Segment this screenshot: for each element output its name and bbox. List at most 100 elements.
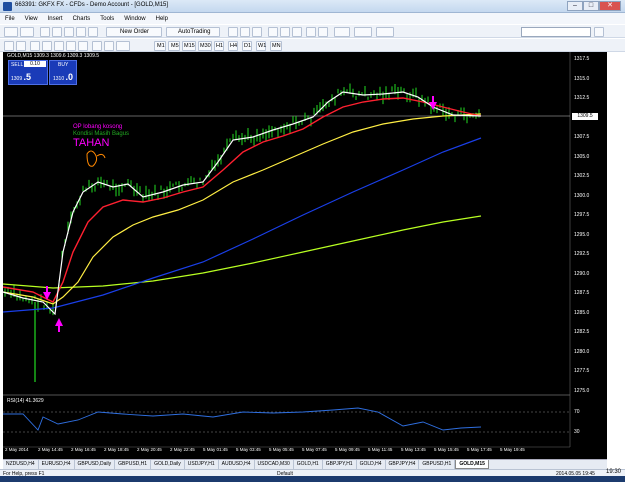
- search-input[interactable]: [521, 27, 591, 37]
- hand-icon: [86, 150, 106, 167]
- line-chart-icon[interactable]: [252, 27, 262, 37]
- strategy-tester-icon[interactable]: [88, 27, 98, 37]
- price-tick: 1285.0: [574, 309, 590, 316]
- time-tick: 5 May 09:45: [335, 447, 360, 452]
- terminal-icon[interactable]: [76, 27, 86, 37]
- horizontal-line-icon[interactable]: [42, 41, 52, 51]
- maximize-button[interactable]: □: [583, 1, 599, 11]
- chart-tab[interactable]: GBPJPY,H1: [323, 460, 357, 469]
- tf-d1[interactable]: D1: [242, 41, 252, 51]
- app-icon: [3, 2, 12, 11]
- tray-clock: 19:30: [605, 469, 621, 475]
- arrows-icon[interactable]: [116, 41, 130, 51]
- menu-tools[interactable]: Tools: [95, 16, 119, 22]
- tile-windows-icon[interactable]: [292, 27, 302, 37]
- menu-charts[interactable]: Charts: [68, 16, 96, 22]
- tf-m5[interactable]: M5: [168, 41, 180, 51]
- sell-label[interactable]: SELL: [11, 62, 23, 68]
- rsi-tick-30: 30: [574, 429, 580, 435]
- tf-m30[interactable]: M30: [198, 41, 212, 51]
- menu-bar: File View Insert Charts Tools Window Hel…: [0, 13, 625, 24]
- annotation-hold: TAHAN: [73, 137, 110, 149]
- text-label-icon[interactable]: [104, 41, 114, 51]
- tf-m15[interactable]: M15: [182, 41, 196, 51]
- buy-price[interactable]: 1310 .0: [53, 72, 73, 82]
- current-price-tag: 1309.5: [572, 113, 598, 120]
- zoom-out-icon[interactable]: [280, 27, 290, 37]
- menu-help[interactable]: Help: [151, 16, 173, 22]
- market-watch-icon[interactable]: [40, 27, 50, 37]
- fibonacci-icon[interactable]: [78, 41, 88, 51]
- time-tick: 5 May 01:45: [203, 447, 228, 452]
- chart-tab[interactable]: AUDUSD,H4: [219, 460, 255, 469]
- chart-tab[interactable]: GOLD,M15: [455, 460, 489, 469]
- menu-insert[interactable]: Insert: [43, 16, 68, 22]
- crosshair-icon[interactable]: [16, 41, 26, 51]
- price-tick: 1307.5: [574, 134, 590, 140]
- zoom-in-icon[interactable]: [268, 27, 278, 37]
- price-tick: 1292.5: [574, 251, 590, 257]
- chart-tab[interactable]: GOLD,H1: [294, 460, 323, 469]
- data-window-icon[interactable]: [52, 27, 62, 37]
- search-icon[interactable]: [594, 27, 604, 37]
- trendline-icon[interactable]: [54, 41, 64, 51]
- chart-tab[interactable]: GOLD,H4: [357, 460, 386, 469]
- chart-tab[interactable]: USDCAD,M30: [255, 460, 294, 469]
- chart-window[interactable]: [2, 52, 607, 459]
- navigator-icon[interactable]: [64, 27, 74, 37]
- buy-label[interactable]: BUY: [58, 62, 68, 68]
- price-tick: 1305.0: [574, 153, 590, 160]
- tf-w1[interactable]: W1: [256, 41, 266, 51]
- buy-panel[interactable]: BUY 1310 .0: [49, 60, 77, 85]
- time-tick: 5 May 17:45: [467, 447, 492, 452]
- chart-tab[interactable]: EURUSD,H4: [39, 460, 75, 469]
- tf-h1[interactable]: H1: [214, 41, 224, 51]
- candlestick-icon[interactable]: [240, 27, 250, 37]
- time-tick: 5 May 05:45: [269, 447, 294, 452]
- new-order-button[interactable]: New Order: [106, 27, 162, 37]
- sell-price[interactable]: 1309 .5: [11, 72, 31, 82]
- auto-scroll-icon[interactable]: [306, 27, 316, 37]
- autotrading-button[interactable]: AutoTrading: [166, 27, 220, 37]
- text-icon[interactable]: [92, 41, 102, 51]
- ma-lime-line: [2, 215, 482, 289]
- vertical-line-icon[interactable]: [30, 41, 40, 51]
- periods-icon[interactable]: [354, 27, 372, 37]
- price-tick: 1317.5: [574, 56, 590, 62]
- time-tick: 2 May 14:45: [38, 447, 63, 452]
- minimize-button[interactable]: –: [567, 1, 583, 11]
- chart-tab[interactable]: GBPUSD,H1: [419, 460, 456, 469]
- chart-shift-icon[interactable]: [318, 27, 328, 37]
- cursor-icon[interactable]: [4, 41, 14, 51]
- price-tick: 1300.0: [574, 192, 590, 199]
- price-tick: 1282.5: [574, 329, 590, 335]
- time-tick: 2 May 2014: [5, 447, 29, 452]
- bar-chart-icon[interactable]: [228, 27, 238, 37]
- chart-tab[interactable]: NZDUSD,H4: [3, 460, 39, 469]
- tf-mn[interactable]: MN: [270, 41, 282, 51]
- time-tick: 5 May 13:45: [401, 447, 426, 452]
- tf-h4[interactable]: H4: [228, 41, 238, 51]
- chart-tab[interactable]: GBPUSD,H1: [115, 460, 152, 469]
- close-button[interactable]: ✕: [599, 1, 621, 11]
- time-tick: 2 May 20:45: [137, 447, 162, 452]
- time-tick: 5 May 19:45: [500, 447, 525, 452]
- channel-icon[interactable]: [66, 41, 76, 51]
- templates-icon[interactable]: [376, 27, 394, 37]
- menu-view[interactable]: View: [20, 16, 43, 22]
- lot-size-field[interactable]: 0.10: [24, 61, 46, 67]
- chart-tab[interactable]: USDJPY,H1: [185, 460, 219, 469]
- profiles-icon[interactable]: [20, 27, 34, 37]
- indicators-icon[interactable]: [334, 27, 350, 37]
- menu-window[interactable]: Window: [119, 16, 150, 22]
- chart-tab[interactable]: GBPJPY,H4: [386, 460, 420, 469]
- new-chart-icon[interactable]: [4, 27, 18, 37]
- chart-tabs: NZDUSD,H4 EURUSD,H4 GBPUSD,Daily GBPUSD,H1 G…: [3, 459, 607, 469]
- time-tick: 5 May 15:45: [434, 447, 459, 452]
- chart-tab[interactable]: GBPUSD,Daily: [75, 460, 116, 469]
- tf-m1[interactable]: M1: [154, 41, 166, 51]
- menu-file[interactable]: File: [0, 16, 20, 22]
- price-chart[interactable]: [2, 52, 607, 459]
- chart-tab[interactable]: GOLD,Daily: [151, 460, 185, 469]
- autotrading-label: AutoTrading: [178, 29, 211, 35]
